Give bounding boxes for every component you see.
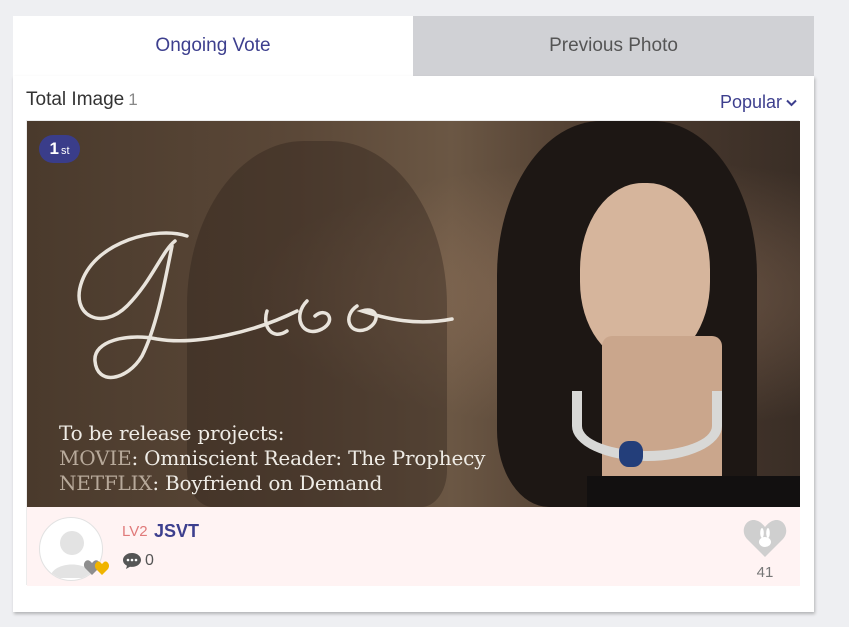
comment-count-value: 0 (145, 552, 154, 569)
vote-panel: Ongoing Vote Previous Photo Total Image 1… (13, 16, 814, 612)
photo-card[interactable]: To be release projects: MOVIE: Omniscien… (26, 120, 800, 586)
sort-dropdown[interactable]: Popular (720, 92, 797, 113)
total-image-number: 1 (128, 90, 138, 109)
necklace-graphic (572, 391, 722, 461)
tab-previous-photo[interactable]: Previous Photo (413, 16, 814, 76)
promo-line-2: MOVIE: Omniscient Reader: The Prophecy (59, 446, 486, 470)
promo-text: To be release projects: MOVIE: Omniscien… (59, 421, 485, 496)
comment-icon (123, 553, 141, 569)
uploader-name[interactable]: JSVT (154, 521, 199, 542)
tab-ongoing-vote[interactable]: Ongoing Vote (13, 16, 413, 76)
like-button[interactable]: 41 (742, 517, 788, 581)
tab-bar: Ongoing Vote Previous Photo (13, 16, 814, 76)
rank-suffix: st (60, 145, 70, 157)
total-image-label: Total Image (26, 89, 125, 110)
vote-list: Total Image 1 Popular To be release proj… (13, 76, 814, 612)
user-level: LV2 (122, 523, 148, 540)
fan-hearts-icon (83, 560, 110, 575)
comment-count[interactable]: 0 (122, 552, 154, 570)
sort-selected-label: Popular (719, 92, 782, 112)
jisoo-signature (77, 231, 454, 379)
uploader-info: LV2 JSVT 0 41 (27, 507, 800, 586)
total-image-count: Total Image 1 (26, 89, 138, 111)
like-count: 41 (756, 564, 774, 581)
rank-badge: 1st (39, 135, 80, 163)
heart-rabbit-icon (743, 519, 787, 557)
promo-line-3: NETFLIX: Boyfriend on Demand (59, 471, 383, 495)
promo-line-1: To be release projects: (59, 421, 285, 445)
rank-number: 1 (49, 139, 59, 158)
vote-photo[interactable]: To be release projects: MOVIE: Omniscien… (27, 121, 800, 507)
chevron-down-icon (786, 99, 797, 106)
